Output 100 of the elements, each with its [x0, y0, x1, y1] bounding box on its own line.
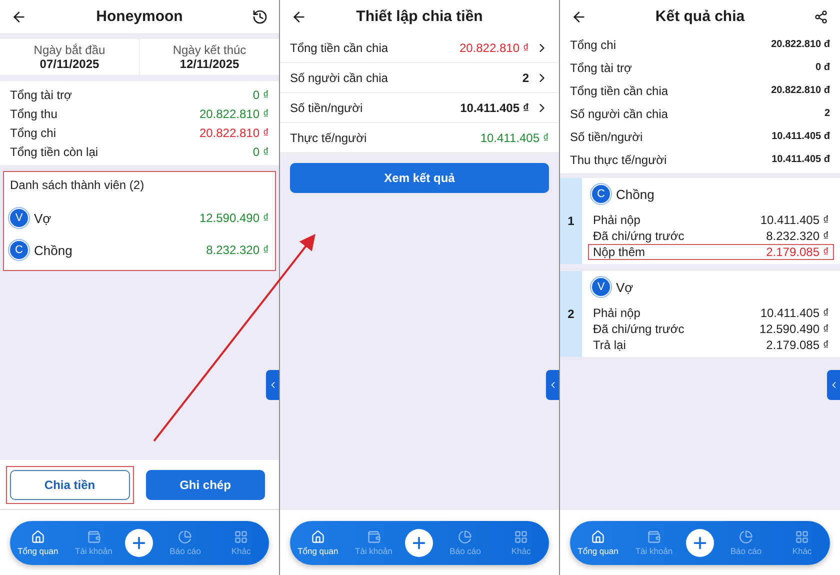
summary-label: Số tiền/người — [570, 130, 643, 144]
setting-value: 20.822.810 ₫ — [459, 40, 529, 54]
nav-tab[interactable]: Khác — [497, 530, 546, 556]
setting-label: Số tiền/người — [290, 100, 364, 114]
setting-row[interactable]: Tổng tiền cần chia 20.822.810 ₫ — [280, 33, 559, 63]
add-button[interactable] — [125, 528, 154, 556]
wallet-icon — [366, 530, 381, 544]
back-arrow-icon — [291, 8, 307, 24]
line-label: Đã chi/ứng trước — [593, 229, 684, 243]
home-icon — [30, 530, 45, 544]
pie-chart-icon — [739, 530, 753, 544]
history-button[interactable] — [250, 8, 269, 26]
total-label: Tổng tài trợ — [10, 88, 72, 102]
summary-value: 10.411.405 đ — [772, 154, 830, 165]
home-icon — [591, 530, 605, 544]
member-name: Chồng — [34, 242, 74, 258]
outline-button[interactable]: Chia tiền — [10, 470, 130, 500]
summary-label: Tổng tiền cần chia — [570, 84, 668, 98]
total-amount: 0 ₫ — [252, 88, 269, 102]
side-tab-button[interactable] — [546, 370, 559, 400]
history-icon — [252, 8, 268, 24]
side-tab-button[interactable] — [266, 370, 279, 400]
summary-value: 20.822.810 đ — [771, 85, 830, 96]
nav-tab[interactable]: Khác — [778, 530, 826, 556]
line-label: Đã chi/ứng trước — [593, 322, 684, 336]
line-label: Phải nộp — [593, 213, 640, 227]
member-name: Chồng — [616, 186, 656, 202]
member-avatar: V — [592, 278, 610, 296]
line-label: Trả lại — [593, 338, 626, 352]
summary-value: 2 — [824, 108, 830, 119]
home-icon — [310, 530, 325, 544]
date-label: Ngày bắt đầu — [34, 43, 106, 57]
nav-tab[interactable]: Khác — [217, 530, 266, 556]
date-value: 07/11/2025 — [40, 57, 100, 71]
setting-value: 10.411.405 ₫ — [460, 100, 529, 114]
nav-tab[interactable]: Báo cáo — [161, 530, 210, 556]
nav-tab[interactable]: Tổng quan — [294, 530, 342, 556]
nav-tab[interactable]: Báo cáo — [441, 530, 490, 556]
nav-tab[interactable]: Báo cáo — [722, 530, 770, 556]
grid-icon — [234, 530, 248, 544]
setting-row[interactable]: Số người cần chia 2 — [280, 63, 559, 93]
setting-label: Số người cần chia — [290, 70, 389, 84]
line-amount: 2.179.085 ₫ — [766, 338, 829, 352]
line-amount: 10.411.405 ₫ — [760, 306, 829, 320]
date-value: 12/11/2025 — [180, 57, 240, 71]
summary-value: 0 đ — [816, 62, 830, 73]
setting-label: Tổng tiền cần chia — [290, 40, 390, 54]
total-label: Tổng thu — [10, 106, 58, 120]
line-amount: 2.179.085 ₫ — [766, 245, 829, 259]
summary-value: 20.822.810 đ — [771, 39, 830, 50]
pie-chart-icon — [178, 530, 192, 544]
summary-label: Tổng chi — [570, 38, 616, 52]
summary-value: 10.411.405 đ — [772, 131, 830, 142]
total-label: Tổng tiền còn lại — [10, 144, 98, 158]
nav-tab[interactable]: Tài khoản — [70, 530, 118, 556]
line-amount: 12.590.490 ₫ — [759, 322, 829, 336]
add-button[interactable] — [405, 528, 434, 556]
summary-label: Thu thực tế/người — [570, 152, 667, 166]
line-amount: 10.411.405 ₫ — [760, 213, 829, 227]
share-icon — [814, 10, 828, 24]
summary-label: Tổng tài trợ — [570, 60, 632, 74]
member-name: Vợ — [34, 210, 52, 226]
view-result-button[interactable]: Xem kết quả — [290, 163, 549, 193]
add-button[interactable] — [686, 528, 714, 556]
rank-number: 1 — [560, 178, 582, 264]
grid-icon — [795, 530, 809, 544]
nav-tab[interactable]: Tài khoản — [630, 530, 678, 556]
member-avatar: V — [10, 209, 28, 227]
date-label: Ngày kết thúc — [172, 43, 246, 57]
side-tab-button[interactable] — [827, 370, 840, 400]
member-list-title: Danh sách thành viên (2) — [10, 178, 146, 192]
member-amount: 8.232.320 ₫ — [206, 243, 269, 257]
total-amount: 20.822.810 ₫ — [199, 106, 269, 120]
total-label: Tổng chi — [10, 126, 56, 140]
setting-row[interactable]: Số tiền/người 10.411.405 ₫ — [280, 93, 559, 123]
total-amount: 0 ₫ — [252, 144, 269, 158]
line-amount: 8.232.320 ₫ — [766, 229, 829, 243]
wallet-icon — [647, 530, 661, 544]
member-name: Vợ — [616, 280, 634, 294]
member-avatar: C — [592, 185, 610, 203]
summary-label: Số người cần chia — [570, 106, 668, 120]
rank-number: 2 — [560, 271, 582, 357]
total-amount: 20.822.810 ₫ — [199, 126, 269, 140]
setting-value: 2 — [522, 70, 529, 84]
line-label: Nộp thêm — [593, 245, 646, 259]
member-amount: 12.590.490 ₫ — [199, 211, 269, 225]
nav-tab[interactable]: Tổng quan — [14, 530, 62, 556]
grid-icon — [514, 530, 528, 544]
screen-title: Kết quả chia — [655, 8, 745, 25]
share-button[interactable] — [812, 8, 830, 26]
nav-tab[interactable]: Tổng quan — [574, 530, 622, 556]
screen-title: Thiết lập chia tiền — [356, 8, 483, 25]
screen-title: Honeymoon — [96, 8, 183, 25]
nav-tab[interactable]: Tài khoản — [350, 530, 398, 556]
setting-label: Thực tế/người — [290, 130, 368, 144]
setting-value: 10.411.405 ₫ — [480, 130, 549, 144]
pie-chart-icon — [458, 530, 472, 544]
line-label: Phải nộp — [593, 306, 640, 320]
primary-button[interactable]: Ghi chép — [146, 470, 265, 500]
wallet-icon — [86, 530, 101, 544]
